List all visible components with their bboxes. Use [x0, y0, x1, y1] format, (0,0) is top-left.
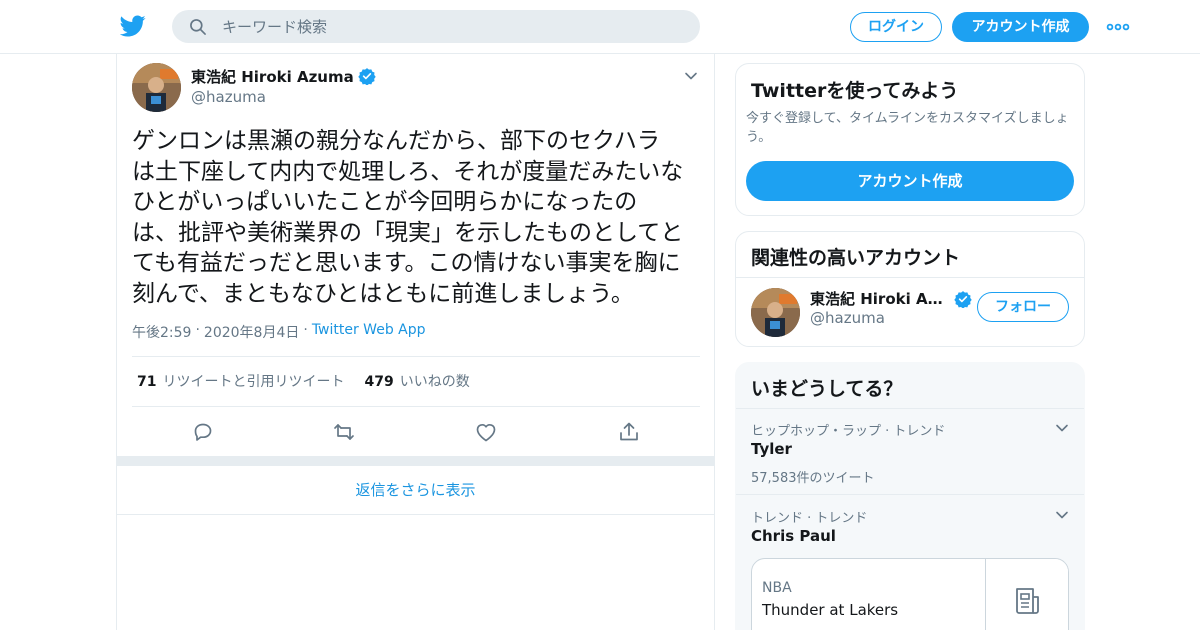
- twitter-bird-icon[interactable]: [120, 13, 146, 39]
- news-thumbnail: [985, 559, 1068, 630]
- card-title: Twitterを使ってみよう: [751, 80, 959, 102]
- share-icon[interactable]: [617, 420, 641, 444]
- related-accounts-card: 関連性の高いアカウント 東浩紀 Hiroki Azu... @hazuma フォ…: [735, 231, 1085, 347]
- retweets-label: リツイートと引用リツイート: [162, 374, 345, 390]
- divider: [736, 277, 1084, 278]
- verified-badge-icon: [358, 68, 376, 85]
- trend-context: トレンド · トレンド: [751, 511, 868, 526]
- section-divider: [117, 456, 714, 466]
- search-box[interactable]: [172, 10, 700, 43]
- avatar[interactable]: [751, 288, 800, 337]
- verified-badge-icon: [954, 290, 972, 308]
- top-bar: ログイン アカウント作成: [0, 0, 1200, 54]
- show-more-replies-link[interactable]: 返信をさらに表示: [117, 466, 714, 515]
- likes-count: 479: [364, 374, 394, 390]
- author-row: 東浩紀 Hiroki Azuma: [191, 66, 376, 86]
- search-icon: [190, 19, 206, 35]
- tweet-text: ゲンロンは黒瀬の親分なんだから、部下のセクハラ は土下座して内内で処理しろ、それ…: [132, 128, 684, 307]
- trend-name: Tyler: [751, 440, 792, 458]
- trend-context: ヒップホップ・ラップ · トレンド: [751, 424, 946, 439]
- author-name[interactable]: 東浩紀 Hiroki Azuma: [191, 66, 354, 87]
- divider: [736, 494, 1084, 495]
- like-heart-icon[interactable]: [474, 420, 498, 444]
- tweet-date[interactable]: 2020年8月4日: [204, 322, 299, 342]
- retweets-stat[interactable]: 71 リツイートと引用リツイート: [137, 371, 344, 391]
- card-title: いまどうしてる？: [751, 378, 903, 400]
- card-title: 関連性の高いアカウント: [751, 247, 961, 269]
- chevron-down-icon[interactable]: [683, 68, 699, 84]
- search-input[interactable]: [222, 10, 682, 43]
- reply-icon[interactable]: [191, 420, 215, 444]
- divider: [736, 408, 1084, 409]
- likes-label: いいねの数: [399, 374, 470, 390]
- try-twitter-card: Twitterを使ってみよう 今すぐ登録して、タイムラインをカスタマイズしましょ…: [735, 63, 1085, 216]
- avatar[interactable]: [132, 63, 181, 112]
- login-button[interactable]: ログイン: [850, 12, 942, 42]
- news-card[interactable]: NBA Thunder at Lakers: [751, 558, 1069, 630]
- card-description: 今すぐ登録して、タイムラインをカスタマイズしましょう。: [746, 111, 1069, 145]
- divider: [132, 406, 700, 407]
- profile-photo-icon: [751, 288, 800, 337]
- profile-photo-icon: [132, 63, 181, 112]
- account-handle[interactable]: @hazuma: [810, 309, 885, 327]
- account-name: 東浩紀 Hiroki Azu...: [810, 290, 950, 308]
- meta-separator: ·: [303, 322, 308, 338]
- account-name-row[interactable]: 東浩紀 Hiroki Azu...: [810, 288, 972, 309]
- article-icon: [1016, 588, 1039, 614]
- trend-tweet-count: 57,583件のツイート: [751, 471, 875, 486]
- retweet-icon[interactable]: [332, 420, 356, 444]
- meta-separator: ·: [195, 322, 200, 338]
- signup-button[interactable]: アカウント作成: [746, 161, 1074, 201]
- tweet-meta: 午後2:59 · 2020年8月4日 · Twitter Web App: [132, 322, 426, 342]
- trend-name: Chris Paul: [751, 527, 836, 545]
- tweet-time[interactable]: 午後2:59: [132, 322, 191, 342]
- trends-card: いまどうしてる？ ヒップホップ・ラップ · トレンド Tyler 57,583件…: [735, 362, 1085, 630]
- author-handle[interactable]: @hazuma: [191, 88, 266, 106]
- divider: [132, 356, 700, 357]
- tweet-actions: [117, 420, 716, 444]
- chevron-down-icon[interactable]: [1054, 420, 1070, 436]
- tweet-source-link[interactable]: Twitter Web App: [312, 322, 426, 342]
- chevron-down-icon[interactable]: [1054, 507, 1070, 523]
- likes-stat[interactable]: 479 いいねの数: [364, 371, 469, 391]
- retweets-count: 71: [137, 374, 157, 390]
- signup-button[interactable]: アカウント作成: [952, 12, 1089, 42]
- more-icon[interactable]: [1106, 18, 1130, 36]
- news-title: Thunder at Lakers: [762, 601, 899, 619]
- follow-button[interactable]: フォロー: [977, 292, 1069, 322]
- tweet-stats: 71 リツイートと引用リツイート 479 いいねの数: [137, 371, 470, 391]
- tweet-detail: 東浩紀 Hiroki Azuma @hazuma ゲンロンは黒瀬の親分なんだから…: [116, 54, 715, 630]
- news-category: NBA: [762, 580, 792, 596]
